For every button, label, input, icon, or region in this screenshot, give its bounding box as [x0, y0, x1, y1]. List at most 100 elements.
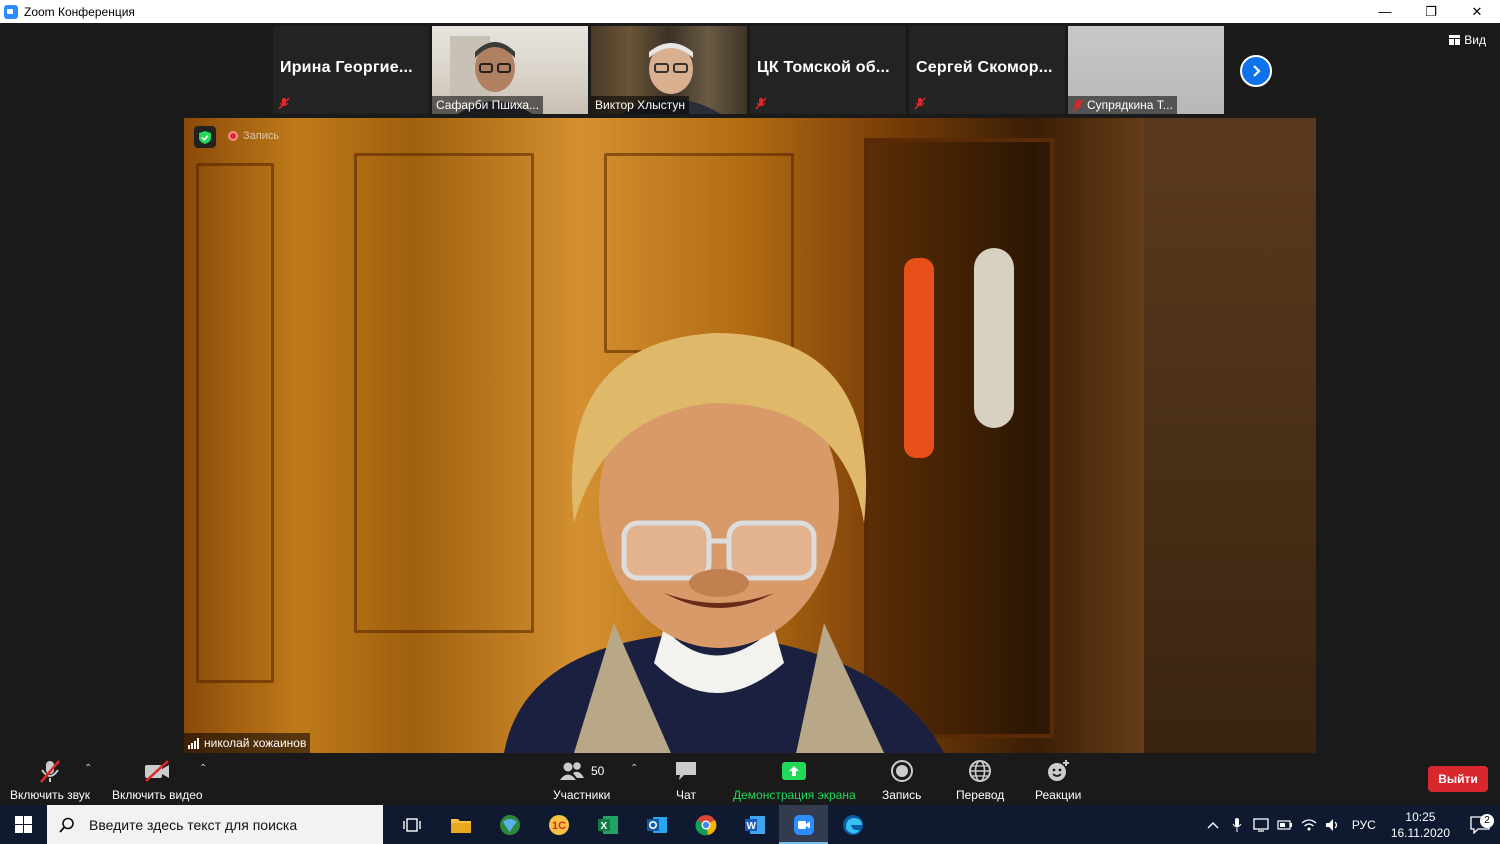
muted-mic-icon [755, 97, 767, 110]
chrome-icon [694, 814, 716, 835]
next-page-button[interactable] [1240, 55, 1272, 87]
excel-app-button[interactable]: X [583, 805, 632, 844]
microphone-tray-icon[interactable] [1225, 817, 1249, 832]
1c-icon: 1C [548, 814, 569, 835]
participant-name: ЦК Томской об... [757, 59, 890, 76]
show-hidden-icons-button[interactable] [1201, 821, 1225, 829]
wifi-icon[interactable] [1297, 818, 1321, 832]
audio-options-caret[interactable]: ⌃ [84, 763, 92, 774]
emoji-icon [1048, 760, 1070, 781]
start-video-label: Включить видео [112, 788, 203, 802]
encryption-shield-icon[interactable] [194, 126, 216, 148]
taskbar-clock[interactable]: 10:25 16.11.2020 [1391, 809, 1450, 841]
zoom-app-button[interactable] [779, 805, 828, 844]
1c-app-button[interactable]: 1C [534, 805, 583, 844]
video-options-caret[interactable]: ⌃ [199, 763, 207, 774]
zoom-app-icon [4, 4, 18, 19]
outlook-app-button[interactable] [632, 805, 681, 844]
active-speaker-video[interactable]: Запись николай хожаинов [184, 118, 1316, 753]
participants-options-caret[interactable]: ⌃ [630, 763, 638, 774]
participant-label: Виктор Хлыстун [591, 96, 690, 114]
windows-taskbar: Введите здесь текст для поиска 1C X W РУ… [0, 805, 1500, 844]
globe-icon [969, 760, 992, 782]
windows-logo-icon [15, 816, 32, 833]
muted-mic-icon [1072, 99, 1084, 111]
meeting-toolbar: Включить звук ⌃ Включить видео ⌃ 50 Учас… [0, 753, 1500, 805]
maximize-button[interactable]: ❐ [1408, 0, 1454, 23]
muted-mic-icon [914, 97, 926, 110]
view-button-label: Вид [1464, 33, 1486, 47]
chevron-right-icon [1253, 65, 1261, 77]
participant-name: Сергей Скомор... [916, 59, 1053, 76]
participant-tile[interactable]: Сафарби Пшиха... [432, 26, 588, 114]
wifi-shape-icon [1301, 818, 1317, 830]
muted-mic-icon [278, 97, 290, 110]
share-screen-button[interactable]: Демонстрация экрана [733, 757, 856, 802]
unmute-label: Включить звук [10, 788, 91, 802]
file-explorer-button[interactable] [436, 805, 485, 844]
monitor-icon [1253, 817, 1269, 832]
title-bar: Zoom Конференция — ❐ ✕ [0, 0, 1500, 23]
participants-button[interactable]: 50 Участники [553, 757, 610, 802]
start-button[interactable] [0, 805, 47, 844]
system-tray: РУС 10:25 16.11.2020 2 [1201, 805, 1500, 844]
taskbar-search-box[interactable]: Введите здесь текст для поиска [47, 805, 383, 844]
search-icon [59, 817, 74, 833]
share-screen-label: Демонстрация экрана [733, 788, 856, 802]
task-view-button[interactable] [387, 805, 436, 844]
participant-name: Сафарби Пшиха... [436, 98, 540, 112]
clock-date: 16.11.2020 [1390, 825, 1450, 840]
svg-text:1C: 1C [552, 820, 566, 832]
task-view-icon [402, 817, 421, 832]
chrome-app-button[interactable] [681, 805, 730, 844]
notification-center-button[interactable]: 2 [1460, 813, 1500, 834]
zoom-icon [793, 814, 814, 835]
globe-app-icon [499, 814, 520, 835]
background-panel [196, 163, 274, 683]
microphone-icon [1232, 817, 1242, 832]
mic-muted-icon [40, 760, 60, 783]
participants-count: 50 [590, 764, 605, 778]
translation-button[interactable]: Перевод [956, 757, 1004, 802]
recording-dot-icon [228, 131, 238, 141]
chat-button[interactable]: Чат [674, 757, 698, 802]
search-placeholder: Введите здесь текст для поиска [89, 816, 298, 833]
start-video-button[interactable]: Включить видео [112, 757, 203, 802]
participant-strip: Ирина Георгие... Сафарби Пшиха... Виктор… [273, 26, 1224, 114]
minimize-button[interactable]: — [1362, 0, 1408, 23]
volume-icon[interactable] [1321, 818, 1345, 832]
reactions-button[interactable]: Реакции [1035, 757, 1081, 802]
participant-name: Супрядкина Т... [1087, 98, 1173, 112]
unmute-button[interactable]: Включить звук [10, 757, 90, 802]
participant-tile[interactable]: ЦК Томской об... [750, 26, 906, 114]
participant-tile[interactable]: Супрядкина Т... [1068, 26, 1224, 114]
participant-label: Супрядкина Т... [1068, 96, 1177, 114]
participants-label: Участники [553, 788, 611, 802]
participant-name: Ирина Георгие... [280, 59, 413, 76]
participant-tile[interactable]: Виктор Хлыстун [591, 26, 747, 114]
speaker-figure [504, 333, 944, 753]
speaker-icon [1325, 818, 1337, 831]
svg-text:X: X [600, 821, 607, 832]
participant-tile[interactable]: Сергей Скомор... [909, 26, 1065, 114]
participant-tile[interactable]: Ирина Георгие... [273, 26, 429, 114]
view-button[interactable]: Вид [1449, 33, 1486, 47]
browser-app-button[interactable] [485, 805, 534, 844]
battery-icon[interactable] [1273, 819, 1297, 830]
edge-app-button[interactable] [828, 805, 877, 844]
grid-icon [1449, 35, 1461, 45]
close-button[interactable]: ✕ [1454, 0, 1500, 23]
translation-label: Перевод [956, 788, 1005, 802]
input-language[interactable]: РУС [1345, 818, 1383, 832]
recording-label: Запись [243, 130, 280, 142]
recording-indicator: Запись [228, 130, 279, 142]
notification-count-badge: 2 [1480, 813, 1494, 828]
folder-icon [450, 818, 471, 833]
leave-meeting-button[interactable]: Выйти [1428, 766, 1488, 792]
network-status-icon[interactable] [1249, 817, 1273, 832]
speaker-name: николай хожаинов [204, 736, 307, 750]
meeting-stage: Ирина Георгие... Сафарби Пшиха... Виктор… [0, 23, 1500, 753]
word-app-button[interactable]: W [730, 805, 779, 844]
clock-time: 10:25 [1405, 809, 1436, 824]
record-button[interactable]: Запись [882, 757, 921, 802]
